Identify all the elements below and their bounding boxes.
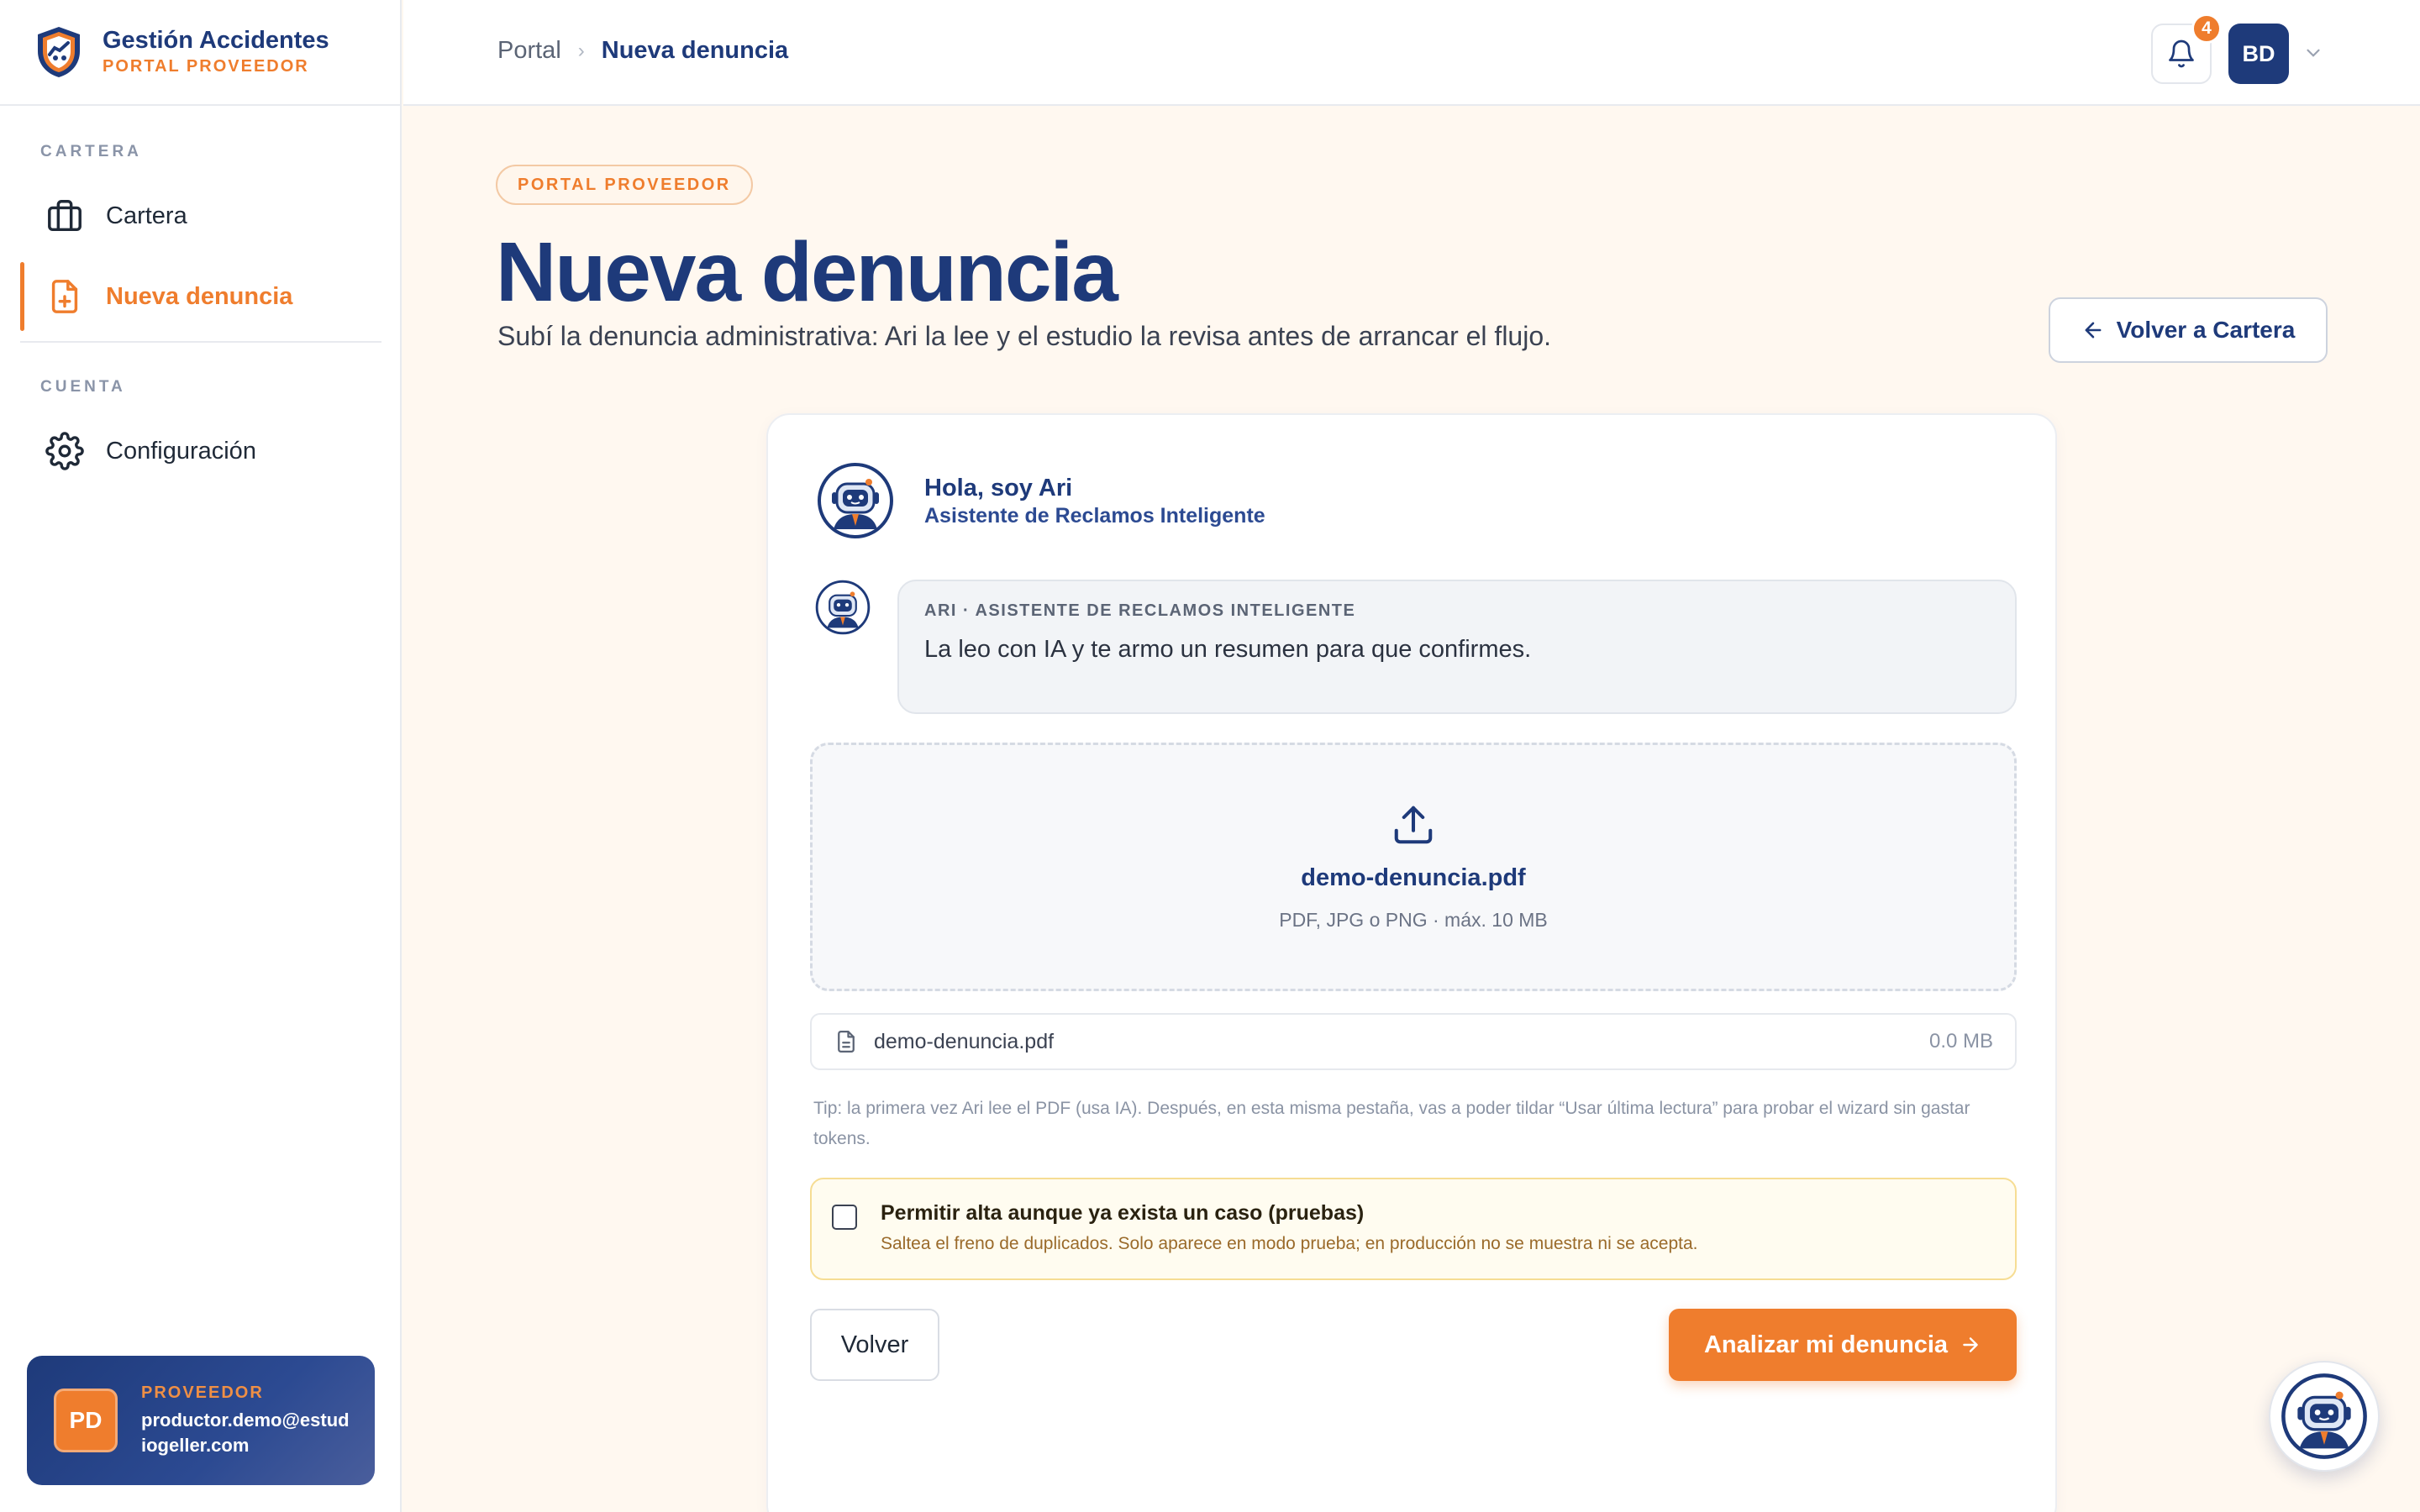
arrow-right-icon (1963, 1337, 1978, 1352)
notifications-button[interactable]: 4 (2151, 13, 2222, 84)
file-plus-icon (44, 276, 86, 318)
attached-file-name: demo-denuncia.pdf (874, 1029, 1055, 1053)
message-bubble: ARI · ASISTENTE DE RECLAMOS INTELIGENTE … (897, 580, 2017, 714)
shield-logo-icon (38, 27, 80, 77)
duplicate-override-title: Permitir alta aunque ya exista un caso (… (881, 1201, 1365, 1225)
page-subtitle: Subí la denuncia administrativa: Ari la … (497, 321, 1552, 351)
user-card[interactable]: PD PROVEEDOR productor.demo@estudiogelle… (27, 1356, 375, 1485)
briefcase-icon (44, 195, 86, 237)
duplicate-override-checkbox[interactable] (832, 1205, 857, 1230)
robot-avatar-icon (818, 463, 893, 538)
page-title: Nueva denuncia (496, 225, 1118, 319)
back-to-cartera-label: Volver a Cartera (2116, 317, 2296, 343)
sidebar-item-label: Configuración (106, 437, 256, 465)
sidebar-item-configuracion[interactable]: Configuración (20, 413, 381, 489)
attached-file-size: 0.0 MB (1928, 1030, 1993, 1053)
section-label-cuenta: CUENTA (40, 378, 126, 396)
assistant-header: Hola, soy Ari Asistente de Reclamos Inte… (817, 462, 1265, 539)
upload-icon (1394, 806, 1433, 844)
assistant-chat-button[interactable] (2269, 1361, 2380, 1472)
arrow-left-icon (2085, 322, 2102, 339)
section-label-cartera: CARTERA (40, 143, 142, 160)
assistant-greeting: Hola, soy Ari (924, 475, 1073, 501)
brand-subtitle: PORTAL PROVEEDOR (103, 57, 309, 76)
portal-badge: PORTAL PROVEEDOR (496, 165, 753, 205)
back-button[interactable]: Volver (810, 1309, 939, 1381)
sidebar: Gestión Accidentes PORTAL PROVEEDOR CART… (0, 0, 402, 1512)
file-dropzone[interactable]: demo-denuncia.pdf PDF, JPG o PNG · máx. … (810, 743, 2017, 991)
analyze-button[interactable]: Analizar mi denuncia (1669, 1309, 2017, 1381)
sidebar-item-label: Cartera (106, 202, 187, 229)
breadcrumb-current: Nueva denuncia (601, 37, 789, 64)
chevron-down-icon[interactable] (2302, 42, 2324, 64)
brand-name: Gestión Accidentes (103, 27, 329, 54)
upload-card: Hola, soy Ari Asistente de Reclamos Inte… (766, 413, 2057, 1512)
back-to-cartera-button[interactable]: Volver a Cartera (2049, 297, 2328, 363)
account-avatar[interactable]: BD (2228, 24, 2289, 84)
robot-fab-icon (2281, 1373, 2367, 1459)
breadcrumb: Portal › Nueva denuncia (497, 37, 788, 65)
document-icon (838, 1031, 855, 1053)
duplicate-override-description: Saltea el freno de duplicados. Solo apar… (881, 1234, 1698, 1253)
user-avatar: PD (54, 1389, 118, 1452)
gear-icon (44, 430, 86, 472)
user-role: PROVEEDOR (141, 1383, 264, 1402)
message-label: ARI · ASISTENTE DE RECLAMOS INTELIGENTE (924, 601, 1356, 620)
topbar: Portal › Nueva denuncia 4 BD (403, 0, 2420, 106)
brand[interactable]: Gestión Accidentes PORTAL PROVEEDOR (0, 0, 400, 106)
upload-tip: Tip: la primera vez Ari lee el PDF (usa … (813, 1099, 1970, 1148)
analyze-button-label: Analizar mi denuncia (1703, 1331, 1949, 1358)
bell-icon (2169, 39, 2194, 68)
assistant-message: ARI · ASISTENTE DE RECLAMOS INTELIGENTE … (815, 580, 2017, 714)
sidebar-item-nueva-denuncia[interactable]: Nueva denuncia (20, 259, 381, 334)
attached-file: demo-denuncia.pdf 0.0 MB (810, 1013, 2017, 1070)
duplicate-override-box: Permitir alta aunque ya exista un caso (… (810, 1178, 2017, 1280)
main-content: PORTAL PROVEEDOR Nueva denuncia Subí la … (403, 108, 2420, 1512)
breadcrumb-portal[interactable]: Portal (497, 37, 561, 65)
message-text: La leo con IA y te armo un resumen para … (924, 636, 1532, 663)
robot-small-avatar-icon (815, 580, 871, 635)
dropzone-hint: PDF, JPG o PNG · máx. 10 MB (1279, 909, 1548, 931)
dropzone-filename: demo-denuncia.pdf (1301, 864, 1526, 891)
sidebar-item-cartera[interactable]: Cartera (20, 178, 381, 254)
chevron-right-icon: › (577, 39, 585, 62)
sidebar-divider (20, 341, 381, 343)
sidebar-item-label: Nueva denuncia (106, 282, 293, 310)
notification-count-badge: 4 (2191, 13, 2222, 44)
user-email: productor.demo@estudiogeller.com (141, 1409, 350, 1456)
assistant-role: Asistente de Reclamos Inteligente (924, 504, 1265, 528)
